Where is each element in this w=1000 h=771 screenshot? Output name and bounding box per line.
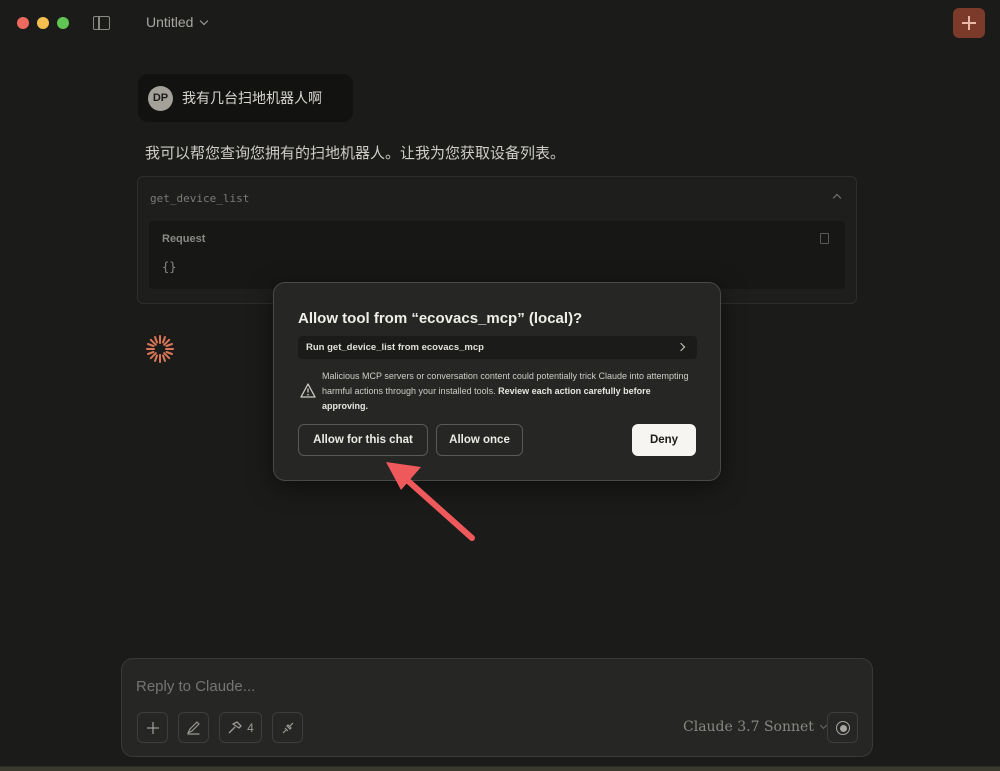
chevron-right-icon xyxy=(676,342,686,352)
plug-icon xyxy=(282,722,293,733)
avatar: DP xyxy=(148,85,173,111)
run-tool-details-row[interactable]: Run get_device_list from ecovacs_mcp xyxy=(298,336,697,359)
chevron-down-icon xyxy=(200,16,209,25)
deny-button[interactable]: Deny xyxy=(632,424,696,456)
warning-text: Malicious MCP servers or conversation co… xyxy=(322,369,697,414)
model-name: Claude 3.7 Sonnet xyxy=(683,719,814,735)
tool-call-name[interactable]: get_device_list xyxy=(150,192,249,205)
pen-icon xyxy=(187,721,200,735)
warning-icon xyxy=(300,383,316,398)
new-chat-button[interactable] xyxy=(953,8,985,38)
request-box: Request {} xyxy=(149,221,845,289)
chevron-up-icon[interactable] xyxy=(832,193,842,203)
conversation-title: Untitled xyxy=(146,14,194,30)
title-bar: Untitled xyxy=(0,0,1000,46)
dialog-title: Allow tool from “ecovacs_mcp” (local)? xyxy=(298,310,583,327)
request-label: Request xyxy=(162,233,206,245)
reply-input[interactable] xyxy=(136,678,836,695)
plus-icon xyxy=(146,721,159,734)
model-selector[interactable]: Claude 3.7 Sonnet xyxy=(683,719,827,735)
hammer-icon xyxy=(228,720,242,733)
run-tool-label: Run get_device_list from ecovacs_mcp xyxy=(306,342,484,353)
minimize-window-button[interactable] xyxy=(37,17,49,29)
request-body: {} xyxy=(162,260,177,274)
chevron-down-icon xyxy=(819,721,827,730)
close-window-button[interactable] xyxy=(17,17,29,29)
record-icon[interactable] xyxy=(827,712,858,743)
sidebar-toggle-icon[interactable] xyxy=(93,16,110,30)
style-button[interactable] xyxy=(178,712,209,743)
spinner-icon xyxy=(146,335,174,363)
tools-button[interactable]: 4 xyxy=(219,712,262,743)
tools-count: 4 xyxy=(247,720,254,735)
composer: 4 Claude 3.7 Sonnet xyxy=(121,658,873,757)
integrations-button[interactable] xyxy=(272,712,303,743)
zoom-window-button[interactable] xyxy=(57,17,69,29)
add-attachment-button[interactable] xyxy=(137,712,168,743)
app-window: Untitled DP 我有几台扫地机器人啊 我可以帮您查询您拥有的扫地机器人。… xyxy=(0,0,1000,767)
assistant-message: 我可以帮您查询您拥有的扫地机器人。让我为您获取设备列表。 xyxy=(145,144,566,162)
tool-permission-dialog: Allow tool from “ecovacs_mcp” (local)? R… xyxy=(273,282,721,481)
user-message: DP 我有几台扫地机器人啊 xyxy=(138,74,353,122)
conversation-title-menu[interactable]: Untitled xyxy=(146,14,209,30)
allow-for-this-chat-button[interactable]: Allow for this chat xyxy=(298,424,428,456)
allow-once-button[interactable]: Allow once xyxy=(436,424,523,456)
user-message-text: 我有几台扫地机器人啊 xyxy=(182,91,322,107)
copy-icon[interactable] xyxy=(820,233,829,244)
